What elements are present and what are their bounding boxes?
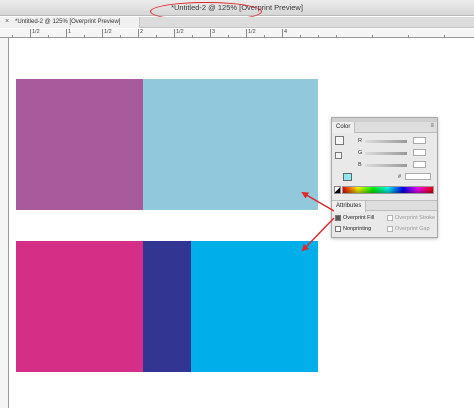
light-blue-rect[interactable] — [143, 79, 318, 210]
document-tab[interactable]: × *Untitled-2 @ 125% [Overprint Preview] — [0, 17, 140, 28]
ruler-tick — [408, 35, 409, 38]
cyan-rect[interactable] — [191, 241, 318, 372]
indigo-strip[interactable] — [143, 241, 191, 372]
ruler-tick — [210, 29, 211, 38]
channel-r-label: R — [358, 138, 362, 144]
ruler-tick — [84, 35, 85, 38]
purple-square[interactable] — [16, 79, 143, 210]
ruler-label: 1/2 — [32, 29, 40, 35]
ruler-tick — [300, 35, 301, 38]
hex-field[interactable] — [405, 173, 431, 180]
ruler-label: 2 — [140, 29, 144, 35]
document-tabbar: × *Untitled-2 @ 125% [Overprint Preview] — [0, 17, 474, 28]
ruler-label: 1/2 — [248, 29, 256, 35]
ruler-tick — [12, 35, 13, 38]
ruler-label: 3 — [212, 29, 216, 35]
panel-menu-icon[interactable]: ≡ — [430, 123, 434, 129]
channel-r-field[interactable] — [413, 137, 426, 144]
ruler-tick — [318, 35, 319, 38]
overprint-gap-label: Overprint Gap — [395, 226, 430, 232]
horizontal-ruler[interactable]: 1/2 1 1/2 2 1/2 3 1/2 4 — [0, 29, 474, 38]
ruler-tick — [120, 35, 121, 38]
swap-colors-icon[interactable] — [335, 152, 342, 159]
attributes-tabrow: Attributes — [332, 200, 437, 212]
ruler-tick — [444, 35, 445, 38]
channel-b-label: B — [358, 162, 362, 168]
current-color-chip[interactable] — [343, 173, 352, 181]
vertical-ruler[interactable] — [0, 38, 9, 408]
ruler-tick — [336, 35, 337, 38]
ruler-tick — [228, 35, 229, 38]
ruler-label: 1/2 — [176, 29, 184, 35]
ruler-tick — [156, 35, 157, 38]
ruler-label: 1/2 — [104, 29, 112, 35]
ruler-tick — [264, 35, 265, 38]
close-icon[interactable]: × — [5, 18, 9, 25]
channel-g-field[interactable] — [413, 149, 426, 156]
nonprinting-checkbox[interactable] — [335, 226, 341, 232]
overprint-fill-checkbox[interactable] — [335, 215, 341, 221]
hex-label: # — [398, 174, 402, 180]
ruler-tick — [192, 35, 193, 38]
tab-attributes[interactable]: Attributes — [332, 201, 367, 212]
overprint-stroke-checkbox[interactable] — [387, 215, 393, 221]
channel-r-slider[interactable] — [365, 140, 407, 143]
ruler-tick — [174, 29, 175, 38]
ruler-tick — [30, 29, 31, 38]
document-tab-label: *Untitled-2 @ 125% [Overprint Preview] — [15, 19, 121, 25]
color-attributes-panel: Color ≡ R G B # Attributes Overprint Fil… — [331, 117, 438, 238]
black-white-picker[interactable] — [334, 186, 341, 194]
ruler-tick — [102, 29, 103, 38]
window-titlebar: *Untitled-2 @ 125% [Overprint Preview] — [0, 0, 474, 21]
overprint-fill-label: Overprint Fill — [343, 215, 375, 221]
ruler-tick — [66, 29, 67, 38]
overprint-stroke-label: Overprint Stroke — [395, 215, 436, 221]
channel-b-slider[interactable] — [365, 164, 407, 167]
ruler-tick — [138, 29, 139, 38]
fill-stroke-icon[interactable] — [335, 136, 344, 145]
magenta-square[interactable] — [16, 241, 143, 372]
ruler-label: 1 — [68, 29, 72, 35]
channel-b-field[interactable] — [413, 161, 426, 168]
ruler-tick — [282, 29, 283, 38]
nonprinting-label: Nonprinting — [343, 226, 372, 232]
color-spectrum[interactable] — [342, 186, 434, 194]
color-tabrow: Color ≡ — [332, 122, 437, 133]
ruler-tick — [372, 35, 373, 38]
ruler-label: 4 — [284, 29, 288, 35]
channel-g-label: G — [358, 150, 363, 156]
ruler-tick — [246, 29, 247, 38]
channel-g-slider[interactable] — [365, 152, 407, 155]
tab-color[interactable]: Color — [332, 122, 356, 133]
ruler-tick — [48, 35, 49, 38]
overprint-gap-checkbox[interactable] — [387, 226, 393, 232]
